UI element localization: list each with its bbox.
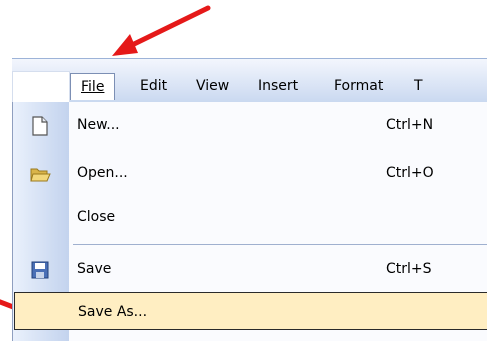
menu-insert[interactable]: Insert [252, 73, 304, 99]
menu-item-close[interactable]: Close [13, 198, 487, 236]
menu-bar: File Edit View Insert Format T [12, 58, 487, 104]
arrow-to-file-menu [112, 5, 211, 56]
menu-view[interactable]: View [190, 73, 235, 99]
menu-edit-label: Edit [140, 78, 168, 94]
menu-item-new-label: New... [77, 117, 120, 133]
menu-file-label: File [81, 79, 105, 95]
menu-insert-label: Insert [258, 78, 299, 94]
new-document-icon [32, 116, 48, 136]
menu-item-save-as[interactable]: Save As... [14, 292, 487, 330]
menu-item-save[interactable]: Save Ctrl+S [13, 250, 487, 288]
save-disk-icon [31, 261, 49, 279]
menu-item-save-as-label: Save As... [78, 304, 148, 320]
menu-item-open[interactable]: Open... Ctrl+O [13, 154, 487, 192]
menu-item-close-label: Close [77, 209, 116, 225]
file-dropdown-menu: New... Ctrl+N Open... Ctrl+O Close Save … [12, 102, 487, 341]
menu-edit[interactable]: Edit [134, 73, 173, 99]
menu-item-save-shortcut: Ctrl+S [386, 261, 432, 277]
menu-view-label: View [196, 78, 230, 94]
menu-item-new-shortcut: Ctrl+N [386, 117, 434, 133]
menu-item-save-label: Save [77, 261, 112, 277]
menu-item-new[interactable]: New... Ctrl+N [13, 106, 487, 144]
menu-bar-left-block [12, 71, 70, 104]
menu-format-label: Format [334, 78, 384, 94]
menu-tools-partial[interactable]: T [408, 73, 429, 99]
menu-item-open-label: Open... [77, 165, 128, 181]
menu-file[interactable]: File [70, 73, 116, 100]
open-folder-icon [30, 168, 51, 182]
menu-item-open-shortcut: Ctrl+O [386, 165, 434, 181]
menu-tools-partial-label: T [414, 78, 423, 94]
menu-separator [73, 244, 487, 245]
menu-format[interactable]: Format [328, 73, 389, 99]
